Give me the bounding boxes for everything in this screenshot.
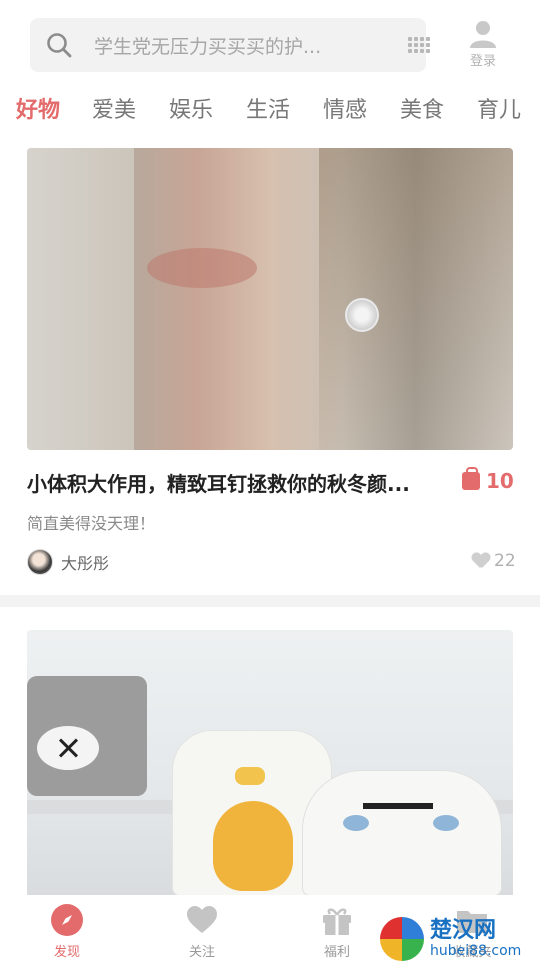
pouch-illustration (302, 770, 502, 896)
login-label: 登录 (469, 54, 496, 69)
tab-shenghuo[interactable]: 生活 (246, 92, 290, 124)
tab-yule[interactable]: 娱乐 (169, 92, 213, 124)
nav-discover[interactable]: 发现 (32, 903, 102, 960)
heart-icon (187, 906, 217, 933)
nav-welfare-label: 福利 (323, 945, 350, 960)
user-icon (470, 21, 496, 48)
search-input[interactable]: 学生党无压力买买买的护... (94, 32, 364, 59)
section-divider (0, 595, 540, 607)
article-subtitle: 简直美得没天理！ (27, 514, 156, 533)
watermark-logo-icon (380, 916, 424, 961)
tab-haowu[interactable]: 好物 (16, 92, 60, 124)
nav-follow-label: 关注 (188, 945, 215, 960)
site-watermark: 楚汉网 hubei88.com (380, 912, 540, 965)
article-cover-image[interactable] (27, 148, 513, 450)
category-grid-icon[interactable] (408, 37, 430, 53)
product-count: 10 (486, 469, 514, 493)
search-bar[interactable]: 学生党无压力买买买的护... (30, 18, 430, 72)
heart-icon (472, 553, 490, 569)
watermark-url: hubei88.com (430, 942, 522, 959)
tab-aimei[interactable]: 爱美 (92, 92, 136, 124)
tab-yuer[interactable]: 育儿 (477, 92, 521, 124)
earring-shape (345, 298, 379, 332)
like-button[interactable]: 22 (472, 551, 516, 571)
login-button[interactable]: 登录 (459, 18, 507, 72)
tab-meishi[interactable]: 美食 (400, 92, 444, 124)
author-name[interactable]: 大彤彤 (61, 550, 109, 574)
search-icon (47, 33, 72, 58)
compass-icon (51, 904, 83, 936)
watermark-text: 楚汉网 (430, 917, 497, 943)
author-info[interactable]: 大彤彤 (27, 548, 109, 576)
gift-icon (323, 908, 351, 935)
pouch-illustration (27, 676, 147, 796)
like-count: 22 (494, 551, 516, 571)
nav-welfare[interactable]: 福利 (302, 903, 372, 960)
header: 学生党无压力买买买的护... 登录 (0, 0, 540, 85)
article-title[interactable]: 小体积大作用，精致耳钉拯救你的秋冬颜... (27, 468, 447, 497)
nav-follow[interactable]: 关注 (167, 903, 237, 960)
product-count-badge[interactable]: 10 (462, 467, 514, 494)
shopping-bag-icon (462, 467, 480, 490)
category-tabs: 好物 爱美 娱乐 生活 情感 美食 育儿 (0, 86, 540, 130)
nav-discover-label: 发现 (53, 945, 80, 960)
author-avatar[interactable] (27, 549, 53, 575)
tab-qinggan[interactable]: 情感 (323, 92, 367, 124)
article-cover-image[interactable] (27, 630, 513, 896)
